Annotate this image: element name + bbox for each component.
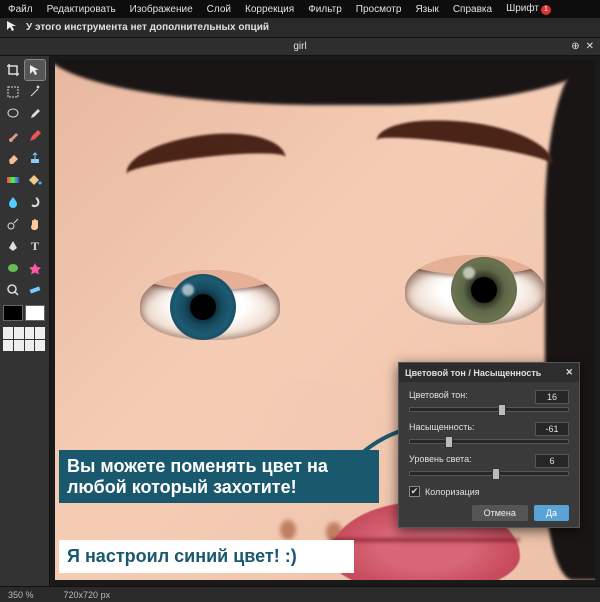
menu-font[interactable]: Шрифт1 xyxy=(506,3,551,15)
hue-thumb[interactable] xyxy=(498,404,506,416)
zoom-level[interactable]: 350 % xyxy=(8,590,34,600)
colorize-checkbox-row[interactable]: ✔ Колоризация xyxy=(409,486,569,497)
hue-slider-group: Цветовой тон: 16 xyxy=(409,390,569,412)
shape-tool[interactable] xyxy=(3,258,23,278)
options-bar: У этого инструмента нет дополнительных о… xyxy=(0,18,600,38)
dialog-titlebar[interactable]: Цветовой тон / Насыщенность ✕ xyxy=(399,363,579,382)
close-doc-icon[interactable]: ✕ xyxy=(586,41,594,52)
menu-lang[interactable]: Язык xyxy=(415,4,438,15)
brush-tool[interactable] xyxy=(3,126,23,146)
swatches-grid-icon[interactable] xyxy=(3,327,45,351)
text-tool[interactable]: T xyxy=(25,236,45,256)
sat-thumb[interactable] xyxy=(445,436,453,448)
eye-right xyxy=(405,255,545,325)
sat-value[interactable]: -61 xyxy=(535,422,569,436)
menu-filter[interactable]: Фильтр xyxy=(308,4,342,15)
eyebrow-left xyxy=(123,127,286,184)
workspace: T xyxy=(0,56,600,586)
sat-slider-group: Насыщенность: -61 xyxy=(409,422,569,444)
font-badge: 1 xyxy=(541,5,551,15)
iris-original xyxy=(451,257,517,323)
hue-value[interactable]: 16 xyxy=(535,390,569,404)
eyebrow-right xyxy=(375,110,557,174)
marquee-tool[interactable] xyxy=(3,82,23,102)
menu-help[interactable]: Справка xyxy=(453,4,492,15)
options-message: У этого инструмента нет дополнительных о… xyxy=(26,22,269,33)
sat-slider[interactable] xyxy=(409,439,569,444)
canvas-dimensions: 720x720 px xyxy=(64,590,111,600)
move-tool[interactable] xyxy=(25,60,45,80)
clone-tool[interactable] xyxy=(25,148,45,168)
custom-shape-tool[interactable] xyxy=(25,258,45,278)
color-swatches[interactable] xyxy=(3,305,46,321)
smudge-tool[interactable] xyxy=(25,192,45,212)
light-label: Уровень света: xyxy=(409,454,472,468)
hand-tool[interactable] xyxy=(25,214,45,234)
zoom-tool[interactable] xyxy=(3,280,23,300)
menu-bar: Файл Редактировать Изображение Слой Корр… xyxy=(0,0,600,18)
document-tab-bar: girl ⊕ ✕ xyxy=(0,38,600,56)
background-color[interactable] xyxy=(25,305,45,321)
blur-tool[interactable] xyxy=(3,192,23,212)
menu-edit[interactable]: Редактировать xyxy=(47,4,116,15)
menu-adjust[interactable]: Коррекция xyxy=(245,4,294,15)
menu-file[interactable]: Файл xyxy=(8,4,33,15)
tool-panel: T xyxy=(0,56,50,586)
hue-label: Цветовой тон: xyxy=(409,390,468,404)
eyedrop-tool[interactable] xyxy=(25,104,45,124)
canvas-area[interactable]: Вы можете поменять цвет на любой который… xyxy=(50,56,600,586)
canvas-image: Вы можете поменять цвет на любой который… xyxy=(55,60,595,580)
hair-region xyxy=(55,60,595,105)
bucket-tool[interactable] xyxy=(25,170,45,190)
annotation-sub: Я настроил синий цвет! :) xyxy=(59,540,354,573)
annotation-main: Вы можете поменять цвет на любой который… xyxy=(59,450,379,503)
ruler-tool[interactable] xyxy=(25,280,45,300)
iris-edited-blue xyxy=(170,274,236,340)
light-value[interactable]: 6 xyxy=(535,454,569,468)
colorize-label: Колоризация xyxy=(425,487,480,497)
light-thumb[interactable] xyxy=(492,468,500,480)
pin-icon[interactable]: ⊕ xyxy=(571,41,579,52)
gradient-tool[interactable] xyxy=(3,170,23,190)
lasso-tool[interactable] xyxy=(3,104,23,124)
light-slider-group: Уровень света: 6 xyxy=(409,454,569,476)
sat-label: Насыщенность: xyxy=(409,422,475,436)
document-title[interactable]: girl xyxy=(293,41,306,52)
hue-saturation-dialog[interactable]: Цветовой тон / Насыщенность ✕ Цветовой т… xyxy=(398,362,580,528)
close-icon[interactable]: ✕ xyxy=(565,367,573,378)
menu-view[interactable]: Просмотр xyxy=(356,4,402,15)
eye-left xyxy=(140,270,280,340)
crop-tool[interactable] xyxy=(3,60,23,80)
dialog-title-text: Цветовой тон / Насыщенность xyxy=(405,368,541,378)
eraser-tool[interactable] xyxy=(3,148,23,168)
ok-button[interactable]: Да xyxy=(534,505,569,521)
cancel-button[interactable]: Отмена xyxy=(472,505,528,521)
move-cursor-icon xyxy=(6,20,18,35)
pen-tool[interactable] xyxy=(3,236,23,256)
dodge-tool[interactable] xyxy=(3,214,23,234)
wand-tool[interactable] xyxy=(25,82,45,102)
pencil-tool[interactable] xyxy=(25,126,45,146)
menu-image[interactable]: Изображение xyxy=(130,4,193,15)
colorize-checkbox[interactable]: ✔ xyxy=(409,486,420,497)
menu-layer[interactable]: Слой xyxy=(207,4,231,15)
hue-slider[interactable] xyxy=(409,407,569,412)
light-slider[interactable] xyxy=(409,471,569,476)
foreground-color[interactable] xyxy=(3,305,23,321)
